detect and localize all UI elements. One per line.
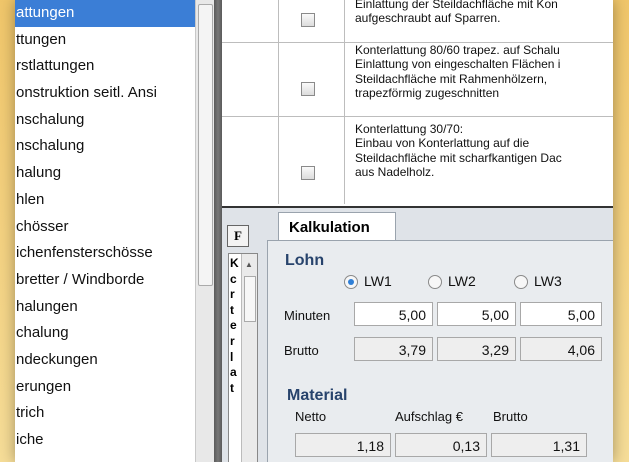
description-line: Einbau von Konterlattung auf die: [355, 136, 530, 151]
minuten-lw3-input[interactable]: 5,00: [520, 302, 602, 326]
scrollbar-thumb[interactable]: [198, 4, 213, 286]
brutto-label: Brutto: [284, 343, 319, 358]
position-grid: Einlattung der Steildachfläche mit Kon a…: [222, 0, 613, 208]
list-item[interactable]: halungen: [15, 294, 195, 321]
list-item[interactable]: bretter / Windborde: [15, 267, 195, 294]
kalkulation-panel: Lohn LW1 LW2 LW3 Minuten 5,00 5,00 5,00 …: [267, 240, 613, 462]
mini-letter: r: [230, 333, 235, 348]
grid-cell: [278, 116, 345, 204]
row-checkbox[interactable]: [301, 13, 315, 27]
material-aufschlag-value: 0,13: [395, 433, 487, 457]
brutto-lw2-value: 3,29: [437, 337, 516, 361]
material-title: Material: [287, 387, 348, 404]
table-row[interactable]: Konterlattung 30/70: Einbau von Konterla…: [222, 116, 613, 204]
f-button[interactable]: F: [227, 225, 249, 247]
table-row[interactable]: Einlattung der Steildachfläche mit Kon a…: [222, 0, 613, 43]
scrollbar-thumb[interactable]: [244, 276, 256, 322]
mini-letter: r: [230, 287, 235, 302]
grid-cell: [278, 0, 345, 42]
list-item[interactable]: ndeckungen: [15, 347, 195, 374]
list-item[interactable]: iche: [15, 427, 195, 454]
minuten-lw2-input[interactable]: 5,00: [437, 302, 516, 326]
radio-lw3[interactable]: [514, 275, 528, 289]
brutto-header: Brutto: [493, 409, 528, 424]
row-description: Einlattung der Steildachfläche mit Kon a…: [355, 0, 613, 26]
mini-letter: e: [230, 318, 237, 333]
list-item[interactable]: hlen: [15, 187, 195, 214]
mini-scrollbar[interactable]: ▲: [241, 254, 257, 462]
list-item[interactable]: attungen: [15, 0, 195, 27]
description-line: Konterlattung 80/60 trapez. auf Schalu: [355, 43, 560, 57]
grid-cell: [278, 42, 345, 116]
list-item[interactable]: onstruktion seitl. Ansi: [15, 80, 195, 107]
description-line: Steildachfläche mit Rahmenhölzern,: [355, 71, 548, 86]
mini-letter: c: [230, 271, 237, 286]
minuten-label: Minuten: [284, 308, 331, 323]
mini-letter: a: [230, 365, 237, 380]
list-item[interactable]: ttungen: [15, 27, 195, 54]
mini-letter: K: [230, 256, 239, 270]
list-scrollbar[interactable]: [195, 0, 215, 462]
tab-kalkulation[interactable]: Kalkulation: [278, 212, 396, 241]
mini-letter: l: [230, 349, 234, 364]
list-item[interactable]: nschalung: [15, 133, 195, 160]
row-checkbox[interactable]: [301, 82, 315, 96]
grid-cell: [222, 116, 279, 204]
brutto-lw3-value: 4,06: [520, 337, 602, 361]
description-line: aus Nadelholz.: [355, 164, 435, 179]
description-line: Steildachfläche mit scharfkantigen Dac: [355, 150, 562, 165]
mini-letter: t: [230, 302, 234, 317]
netto-header: Netto: [295, 409, 327, 424]
list-item[interactable]: halung: [15, 160, 195, 187]
category-list: attungen ttungen rstlattungen onstruktio…: [15, 0, 195, 462]
row-description: Konterlattung 30/70: Einbau von Konterla…: [355, 122, 613, 179]
list-item[interactable]: rstlattungen: [15, 53, 195, 80]
radio-lw1[interactable]: [344, 275, 358, 289]
lohn-title: Lohn: [285, 252, 325, 269]
description-line: Einlattung von eingeschalten Flächen i: [355, 57, 561, 72]
list-item[interactable]: nschalung: [15, 107, 195, 134]
mini-letter: t: [230, 380, 234, 395]
list-item[interactable]: erungen: [15, 374, 195, 401]
scroll-up-arrow-icon[interactable]: ▲: [245, 260, 253, 269]
minuten-lw1-input[interactable]: 5,00: [354, 302, 433, 326]
mini-text: K c r t e r l a t: [230, 256, 240, 396]
radio-label-lw1: LW1: [364, 273, 392, 289]
brutto-lw1-value: 3,79: [354, 337, 433, 361]
detail-pane: Einlattung der Steildachfläche mit Kon a…: [222, 0, 613, 462]
row-description: Konterlattung 80/60 trapez. auf Schalu E…: [355, 43, 613, 100]
description-line: Konterlattung 30/70:: [355, 122, 464, 136]
radio-label-lw2: LW2: [448, 273, 476, 289]
row-checkbox[interactable]: [301, 166, 315, 180]
grid-cell: [222, 0, 279, 42]
mini-text-panel[interactable]: K c r t e r l a t ▲: [228, 253, 258, 462]
application-window: attungen ttungen rstlattungen onstruktio…: [15, 0, 613, 462]
radio-lw2[interactable]: [428, 275, 442, 289]
table-row[interactable]: Konterlattung 80/60 trapez. auf Schalu E…: [222, 42, 613, 117]
list-item[interactable]: trich: [15, 400, 195, 427]
radio-label-lw3: LW3: [534, 273, 562, 289]
grid-cell: [222, 42, 279, 116]
description-line: trapezförmig zugeschnitten: [355, 85, 500, 100]
description-line: aufgeschraubt auf Sparren.: [355, 11, 501, 26]
description-line: Einlattung der Steildachfläche mit Kon: [355, 0, 558, 11]
pane-splitter[interactable]: [214, 0, 222, 462]
material-netto-value: 1,18: [295, 433, 391, 457]
aufschlag-header: Aufschlag €: [395, 409, 463, 424]
list-item[interactable]: chalung: [15, 320, 195, 347]
material-brutto-value: 1,31: [491, 433, 587, 457]
list-item[interactable]: chösser: [15, 214, 195, 241]
list-item[interactable]: ichenfensterschösse: [15, 240, 195, 267]
